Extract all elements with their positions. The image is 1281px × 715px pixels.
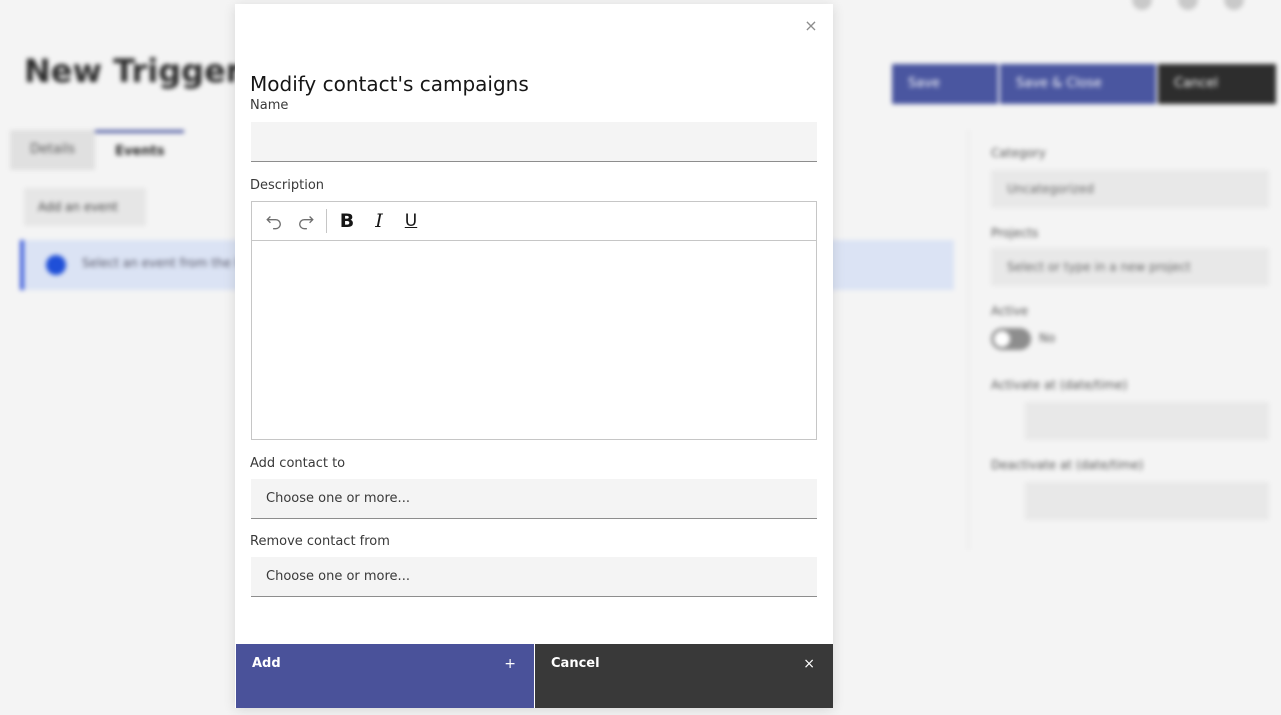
modal-footer: Add + Cancel × <box>235 644 833 708</box>
toolbar-separator <box>326 209 327 233</box>
activate-field <box>1025 402 1269 440</box>
close-icon[interactable]: × <box>803 18 819 34</box>
add-contact-select[interactable]: Choose one or more... <box>251 479 817 519</box>
deactivate-field <box>1025 482 1269 520</box>
close-icon: × <box>803 656 815 672</box>
cancel-button: Cancel <box>1158 64 1276 104</box>
italic-button[interactable]: I <box>363 205 395 237</box>
modal-title: Modify contact's campaigns <box>250 72 529 96</box>
category-select: Uncategorized <box>991 170 1269 208</box>
name-input[interactable] <box>251 122 817 162</box>
tab-details: Details <box>10 130 96 170</box>
category-label: Category <box>991 146 1046 160</box>
remove-contact-select[interactable]: Choose one or more... <box>251 557 817 597</box>
active-label: Active <box>991 304 1029 318</box>
remove-contact-label: Remove contact from <box>250 534 390 549</box>
tab-events: Events <box>95 130 185 170</box>
bold-button[interactable]: B <box>331 205 363 237</box>
description-label: Description <box>250 178 325 193</box>
page-title: New Trigger <box>24 52 242 90</box>
plus-icon: + <box>504 656 516 672</box>
underline-button[interactable]: U <box>395 205 427 237</box>
save-close-button: Save & Close <box>1000 64 1156 104</box>
description-input[interactable] <box>252 241 816 439</box>
sidebar: Category Uncategorized Projects Select o… <box>968 130 1281 550</box>
add-button[interactable]: Add + <box>236 644 534 708</box>
projects-select: Select or type in a new project <box>991 248 1269 286</box>
active-value: No <box>1039 331 1056 345</box>
add-button-label: Add <box>252 656 281 671</box>
redo-icon[interactable] <box>290 205 322 237</box>
save-button: Save <box>892 64 998 104</box>
add-contact-label: Add contact to <box>250 456 346 471</box>
info-icon <box>46 255 66 275</box>
cancel-modal-button[interactable]: Cancel × <box>535 644 833 708</box>
tabs: Details Events <box>10 130 185 170</box>
active-toggle <box>991 328 1031 350</box>
name-label: Name <box>250 98 289 113</box>
add-event-button: Add an event <box>24 188 146 226</box>
deactivate-label: Deactivate at (date/time) <box>991 458 1144 472</box>
cancel-button-label: Cancel <box>551 656 600 671</box>
header-buttons: Save Save & Close Cancel <box>892 64 1276 104</box>
activate-label: Activate at (date/time) <box>991 378 1128 392</box>
top-icons <box>1132 0 1244 10</box>
editor-toolbar: B I U <box>252 202 816 241</box>
projects-label: Projects <box>991 226 1039 240</box>
description-editor: B I U <box>251 201 817 440</box>
undo-icon[interactable] <box>258 205 290 237</box>
campaign-modal: × Modify contact's campaigns Name Descri… <box>235 4 833 708</box>
